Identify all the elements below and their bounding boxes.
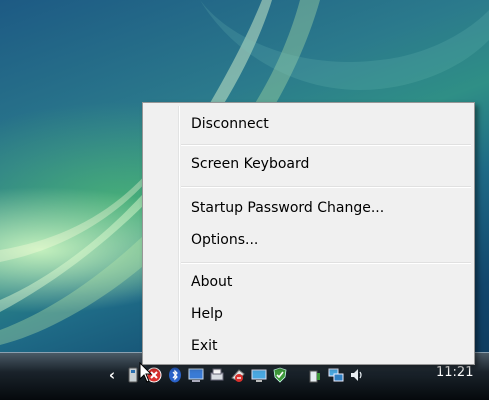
network-icon[interactable] [328,367,344,383]
menu-separator [181,144,471,146]
menu-separator [181,262,471,264]
power-icon[interactable] [307,367,323,383]
menu-separator [181,186,471,188]
mouse-pointer-icon [139,362,153,383]
menu-item-disconnect[interactable]: Disconnect [181,111,471,138]
clock[interactable]: 11:21 [436,363,473,383]
printer-icon[interactable] [209,367,225,383]
menu-item-about[interactable]: About [181,269,471,296]
menu-item-help[interactable]: Help [181,301,471,328]
menu-item-startup-password-change[interactable]: Startup Password Change... [181,195,471,222]
bluetooth-icon[interactable] [167,367,183,383]
network-monitor-icon[interactable] [188,367,204,383]
menu-item-options[interactable]: Options... [181,227,471,254]
tray-context-menu: Disconnect Screen Keyboard Startup Passw… [142,102,475,365]
menu-item-exit[interactable]: Exit [181,333,471,360]
show-hidden-icons-chevron-icon[interactable]: ‹ [105,367,119,383]
volume-icon[interactable] [349,367,365,383]
menu-item-screen-keyboard[interactable]: Screen Keyboard [181,151,471,178]
shield-check-icon[interactable] [272,367,288,383]
display-icon[interactable] [251,367,267,383]
menu-icon-gutter [178,106,180,361]
eraser-icon[interactable] [230,367,246,383]
